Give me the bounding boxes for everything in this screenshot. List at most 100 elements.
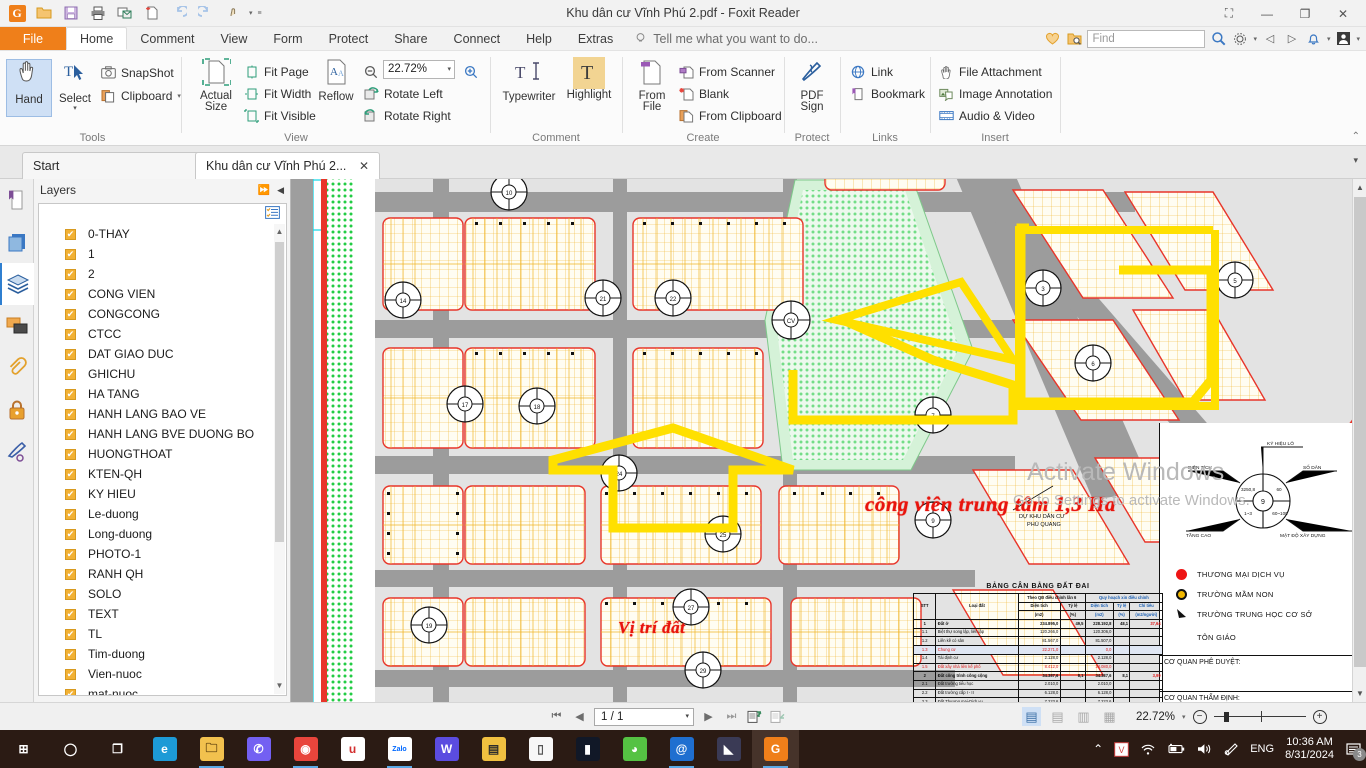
layer-row[interactable]: ✔ CONGCONG [39,304,274,324]
next-page-icon[interactable]: ▶ [700,708,717,725]
doc-tabs-overflow-caret[interactable]: ▾ [1353,155,1358,166]
gear-dropdown-caret[interactable]: ▾ [1253,35,1257,43]
doc-scroll-down-icon[interactable]: ▼ [1353,685,1366,702]
menu-tab-view[interactable]: View [208,27,261,50]
layer-row[interactable]: ✔ 2 [39,264,274,284]
layers-list[interactable]: ✔ 0-THAY ✔ 1 ✔ 2 ✔ CONG VIEN ✔ CONGCONG ✔ CTCC ✔ DAT … [39,224,274,695]
word-icon[interactable]: W [423,730,470,768]
doc-tab-start[interactable]: Start [22,152,200,179]
last-page-icon[interactable]: ⏭ [723,708,740,725]
doc-scroll-thumb[interactable] [1354,197,1366,667]
redo-icon[interactable] [195,2,217,24]
layer-checkbox[interactable]: ✔ [65,608,76,620]
collapse-icon[interactable]: ◀ [277,185,284,196]
layer-row[interactable]: ✔ CONG VIEN [39,284,274,304]
menu-file[interactable]: File [0,27,66,50]
zoom-slider[interactable] [1213,710,1306,724]
document-vertical-scrollbar[interactable]: ▲ ▼ [1352,179,1366,702]
terminal-icon[interactable]: ▮ [564,730,611,768]
actual-size-button[interactable]: Actual Size [189,57,243,113]
layer-row[interactable]: ✔ TEXT [39,604,274,624]
facing-icon[interactable]: ▥ [1074,707,1093,726]
signature-panel-icon[interactable] [0,431,34,473]
image-annotation-button[interactable]: Image Annotation [938,83,1052,104]
fit-page-button[interactable]: Fit Page [243,61,309,82]
layer-row[interactable]: ✔ HANH LANG BVE DUONG BO [39,424,274,444]
reflow-button[interactable]: AA Reflow [311,57,361,103]
minimize-button[interactable]: — [1248,1,1286,27]
layer-checkbox[interactable]: ✔ [65,508,76,520]
layer-checkbox[interactable]: ✔ [65,448,76,460]
account-dropdown-caret[interactable]: ▾ [1356,35,1360,43]
clipboard-button[interactable]: Clipboard ▾ [100,85,181,106]
link-button[interactable]: Link [850,61,893,82]
layer-row[interactable]: ✔ SOLO [39,584,274,604]
layer-row[interactable]: ✔ Vien-nuoc [39,664,274,684]
zoom-in-button[interactable] [463,61,479,82]
new-from-file-icon[interactable] [141,2,163,24]
layer-checkbox[interactable]: ✔ [65,528,76,540]
typewriter-button[interactable]: T Typewriter [498,57,560,103]
layer-row[interactable]: ✔ KY HIEU [39,484,274,504]
layer-options-icon[interactable] [265,206,280,222]
scroll-up-icon[interactable]: ▲ [274,224,285,240]
notifications-icon[interactable]: 3 [1345,742,1366,761]
bookmark-button[interactable]: Bookmark [850,83,925,104]
layer-row[interactable]: ✔ Long-duong [39,524,274,544]
doc-scroll-up-icon[interactable]: ▲ [1353,179,1366,196]
language-indicator[interactable]: ENG [1250,743,1274,755]
unikey-tray-icon[interactable]: V [1114,741,1130,757]
heart-icon[interactable] [1043,30,1061,48]
layers-panel-icon[interactable] [0,263,34,305]
start-button[interactable]: ⊞ [0,730,47,768]
first-page-icon[interactable]: ⏮ [548,708,565,725]
blank-button[interactable]: Blank [678,83,729,104]
fullscreen-button[interactable]: ⛶ [1210,1,1248,27]
rotate-right-button[interactable]: Rotate Right [363,105,451,126]
layer-checkbox[interactable]: ✔ [65,228,76,240]
layer-checkbox[interactable]: ✔ [65,568,76,580]
menu-tab-protect[interactable]: Protect [316,27,382,50]
task-view-button[interactable]: ❐ [94,730,141,768]
menu-tab-help[interactable]: Help [513,27,565,50]
layer-checkbox[interactable]: ✔ [65,488,76,500]
wifi-icon[interactable] [1140,742,1156,756]
rotate-left-button[interactable]: Rotate Left [363,83,443,104]
menu-tab-share[interactable]: Share [381,27,440,50]
zalo-icon[interactable]: Zalo [376,730,423,768]
layer-row[interactable]: ✔ RANH QH [39,564,274,584]
page-number-input[interactable]: 1 / 1 ▾ [594,707,694,726]
close-icon[interactable]: ✕ [359,159,369,173]
pen-icon[interactable] [1223,742,1239,756]
layers-scrollbar[interactable]: ▲ ▼ [274,224,285,694]
layer-checkbox[interactable]: ✔ [65,668,76,680]
find-input[interactable]: Find [1087,29,1206,48]
customize-icon[interactable] [222,2,244,24]
gear-icon[interactable] [1231,30,1249,48]
doc-tab-active[interactable]: Khu dân cư Vĩnh Phú 2... ✕ [195,152,380,179]
comments-panel-icon[interactable] [0,305,34,347]
layer-checkbox[interactable]: ✔ [65,248,76,260]
layer-row[interactable]: ✔ DAT GIAO DUC [39,344,274,364]
layer-checkbox[interactable]: ✔ [65,288,76,300]
edge-icon[interactable]: e [141,730,188,768]
fit-width-status-icon[interactable] [769,708,786,725]
layers-scroll-thumb[interactable] [275,242,284,542]
fit-visible-button[interactable]: Fit Visible [243,105,316,126]
unikey-icon[interactable]: u [329,730,376,768]
back-icon[interactable]: ◁ [1261,30,1279,48]
layer-row[interactable]: ✔ Tim-duong [39,644,274,664]
layer-checkbox[interactable]: ✔ [65,388,76,400]
from-file-button[interactable]: From File [630,57,674,113]
layer-checkbox[interactable]: ✔ [65,308,76,320]
layer-checkbox[interactable]: ✔ [65,428,76,440]
tray-chevron-icon[interactable]: ⌃ [1093,742,1103,756]
zalopc-icon[interactable]: ▤ [470,730,517,768]
select-tool-button[interactable]: T Select ▾ [52,59,98,113]
notepad-icon[interactable]: ▯ [517,730,564,768]
menu-tab-home[interactable]: Home [66,27,128,50]
folder-search-icon[interactable] [1065,30,1083,48]
layer-row[interactable]: ✔ Le-duong [39,504,274,524]
layer-checkbox[interactable]: ✔ [65,368,76,380]
layer-checkbox[interactable]: ✔ [65,268,76,280]
